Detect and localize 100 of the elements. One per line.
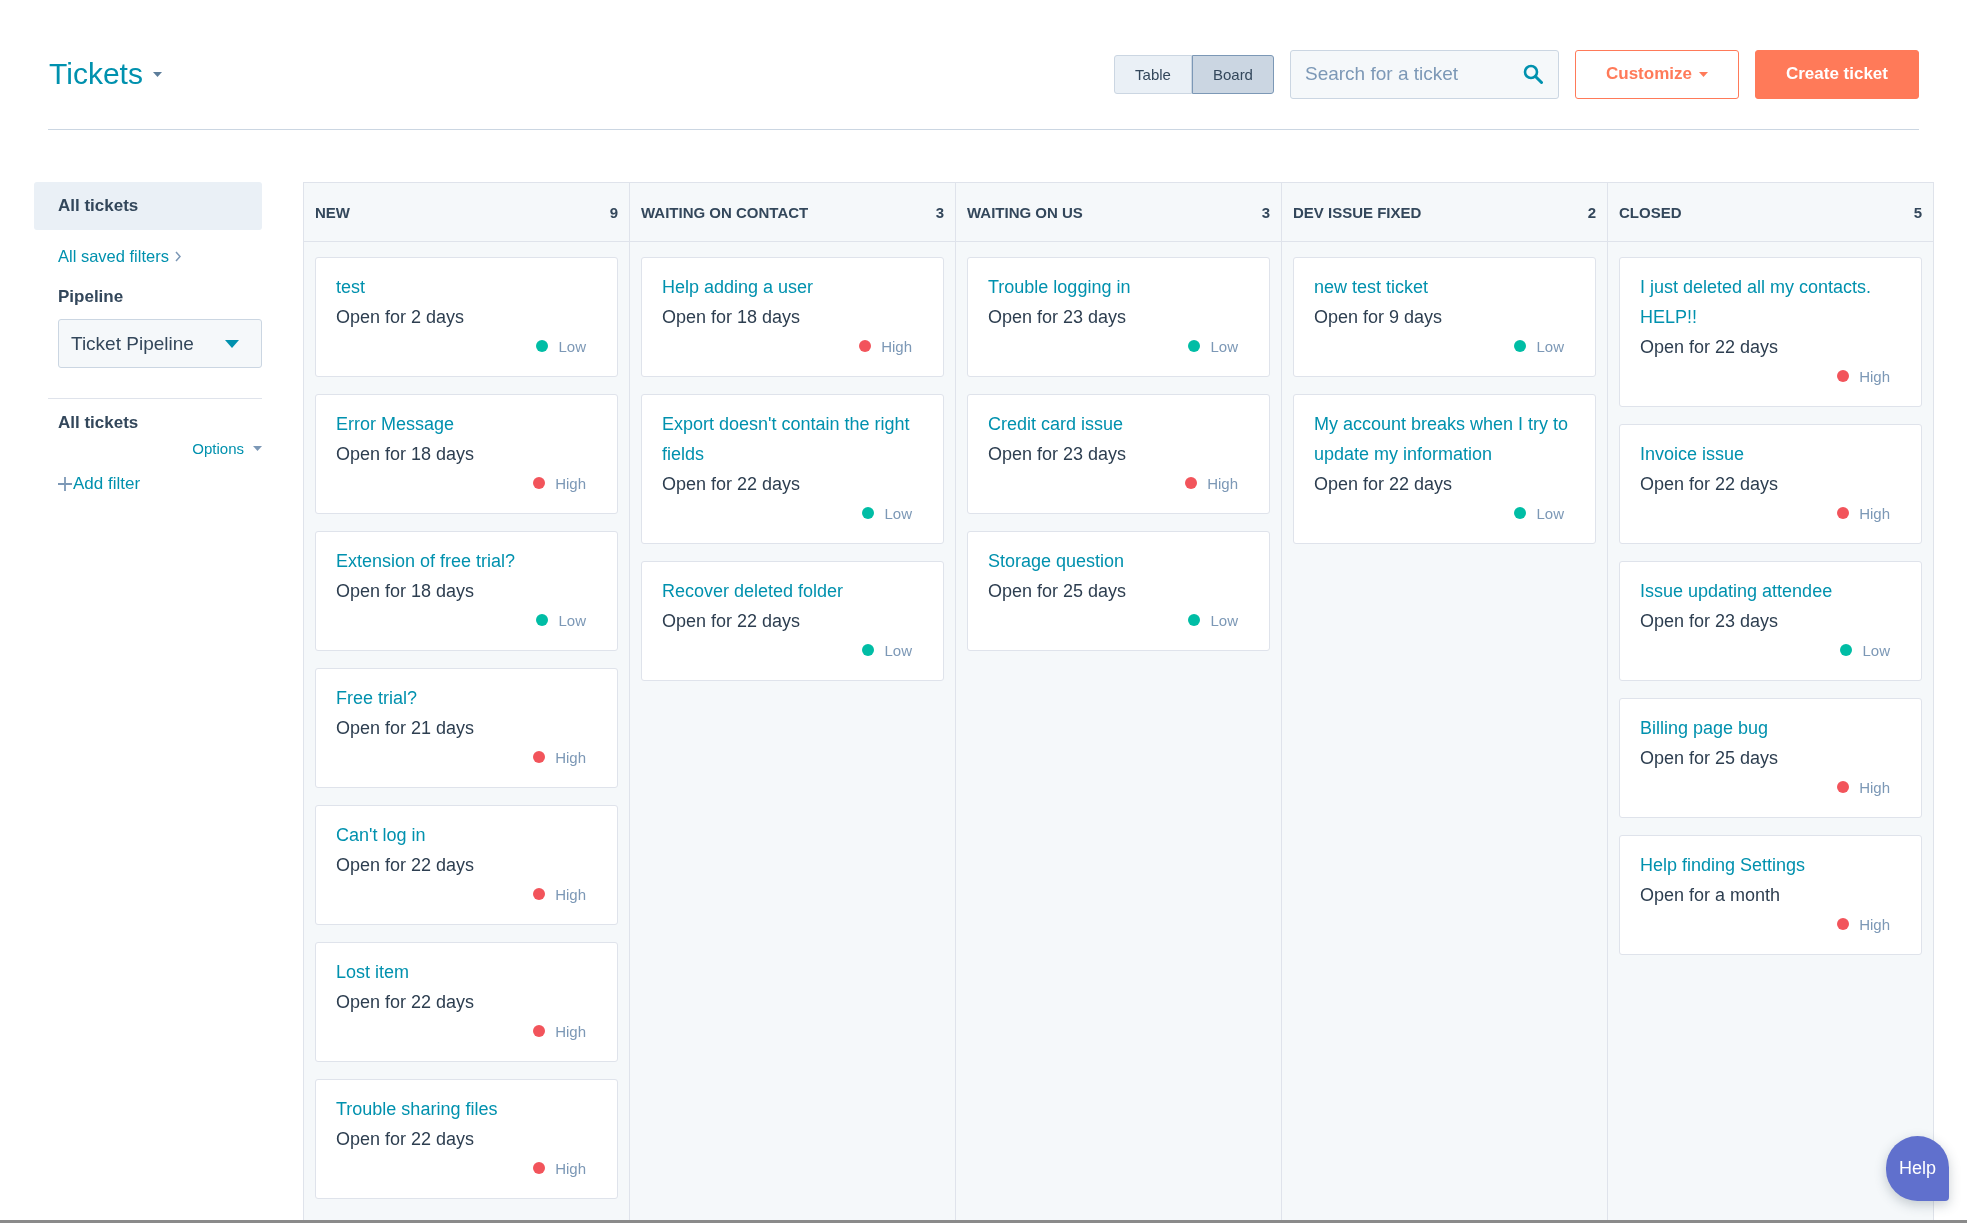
ticket-title-link[interactable]: Recover deleted folder (662, 576, 844, 606)
ticket-title-link[interactable]: Error Message (336, 409, 455, 439)
section-title: All tickets (58, 412, 140, 434)
ticket-card[interactable]: Error Message Open for 18 days High (315, 394, 618, 514)
create-button[interactable]: Create ticket (1754, 49, 1919, 99)
ticket-title-link[interactable]: new test ticket (1314, 272, 1429, 302)
ticket-card[interactable]: Can't log in Open for 22 days High (315, 805, 618, 925)
ticket-title-link[interactable]: Export doesn't contain the right fields (662, 409, 923, 469)
ticket-age: Open for 25 days (1640, 747, 1779, 770)
ticket-age: Open for 22 days (1314, 473, 1453, 496)
ticket-card[interactable]: Billing page bug Open for 25 days High (1619, 698, 1922, 818)
ticket-card[interactable]: Invoice issue Open for 22 days High (1619, 424, 1922, 544)
ticket-title-link[interactable]: test (336, 272, 365, 302)
ticket-title-link[interactable]: My account breaks when I try to update my information (1314, 409, 1575, 469)
ticket-title-link[interactable]: Help adding a user (662, 272, 814, 302)
ticket-title-link[interactable]: Billing page bug (1640, 713, 1769, 743)
ticket-age: Open for 22 days (662, 473, 801, 496)
priority-label: High (555, 885, 586, 903)
ticket-title-link[interactable]: I just deleted all my contacts. HELP!! (1640, 272, 1901, 332)
pipeline-select[interactable]: Ticket Pipeline (58, 319, 262, 368)
options-link[interactable]: Options (192, 437, 262, 459)
chevron-right-icon (174, 250, 181, 262)
ticket-title-link[interactable]: Extension of free trial? (336, 546, 516, 576)
ticket-title-link[interactable]: Lost item (336, 957, 410, 987)
column-title: NEW (315, 203, 350, 221)
search-field[interactable]: Search for a ticket (1289, 49, 1559, 99)
ticket-card[interactable]: Export doesn't contain the right fields Open for 22 days Low (641, 394, 944, 544)
page-title[interactable]: Tickets (49, 56, 143, 92)
priority-label: Low (884, 641, 912, 659)
ticket-card[interactable]: Extension of free trial? Open for 18 days Low (315, 531, 618, 651)
customize-button[interactable]: Customize (1574, 49, 1739, 99)
priority-label: High (555, 748, 586, 766)
ticket-card[interactable]: Help adding a user Open for 18 days High (641, 257, 944, 377)
ticket-title-link[interactable]: Can't log in (336, 820, 426, 850)
caret-icon (225, 339, 239, 348)
saved-filters-link[interactable]: All saved filters (58, 243, 181, 269)
ticket-age: Open for 23 days (988, 306, 1127, 329)
ticket-age: Open for 22 days (336, 1128, 475, 1151)
ticket-age: Open for 23 days (988, 443, 1127, 466)
ticket-card[interactable]: Storage question Open for 25 days Low (967, 531, 1270, 651)
caret-icon (253, 445, 262, 451)
column-count: 3 (935, 203, 944, 221)
priority-label: High (1859, 367, 1890, 385)
ticket-card[interactable]: Issue updating attendee Open for 23 days Low (1619, 561, 1922, 681)
ticket-title-link[interactable]: Issue updating attendee (1640, 576, 1833, 606)
ticket-title-link[interactable]: Trouble logging in (988, 272, 1131, 302)
ticket-card[interactable]: My account breaks when I try to update my information Open for 22 days Low (1293, 394, 1596, 544)
ticket-age: Open for 22 days (336, 991, 475, 1014)
ticket-title-link[interactable]: Storage question (988, 546, 1125, 576)
ticket-card[interactable]: Lost item Open for 22 days High (315, 942, 618, 1062)
ticket-card[interactable]: Trouble logging in Open for 23 days Low (967, 257, 1270, 377)
search-icon[interactable] (1522, 63, 1543, 84)
ticket-age: Open for 2 days (336, 306, 465, 329)
ticket-title-link[interactable]: Free trial? (336, 683, 418, 713)
ticket-card[interactable]: Help finding Settings Open for a month High (1619, 835, 1922, 955)
priority-label: Low (884, 504, 912, 522)
priority-label: High (1207, 474, 1238, 492)
priority-label: Low (1536, 504, 1564, 522)
column-title: WAITING ON CONTACT (641, 203, 809, 221)
view-toggle-tab[interactable]: Table (1114, 54, 1192, 94)
ticket-card[interactable]: Trouble sharing files Open for 22 days High (315, 1079, 618, 1199)
column-count: 3 (1261, 203, 1270, 221)
ticket-card[interactable]: Free trial? Open for 21 days High (315, 668, 618, 788)
priority-label: High (881, 337, 912, 355)
caret-icon (152, 71, 162, 77)
ticket-title-link[interactable]: Help finding Settings (1640, 850, 1806, 880)
ticket-age: Open for 25 days (988, 580, 1127, 603)
column-title: DEV ISSUE FIXED (1293, 203, 1422, 221)
ticket-age: Open for 22 days (662, 610, 801, 633)
ticket-age: Open for 22 days (1640, 473, 1779, 496)
ticket-age: Open for a month (1640, 884, 1781, 907)
column-count: 2 (1587, 203, 1596, 221)
priority-label: Low (558, 611, 586, 629)
ticket-age: Open for 9 days (1314, 306, 1443, 329)
column-count: 9 (609, 203, 618, 221)
priority-label: Low (1536, 337, 1564, 355)
priority-label: Low (1210, 337, 1238, 355)
priority-label: Low (1862, 641, 1890, 659)
column-title: CLOSED (1619, 203, 1682, 221)
ticket-card[interactable]: test Open for 2 days Low (315, 257, 618, 377)
ticket-age: Open for 23 days (1640, 610, 1779, 633)
ticket-age: Open for 22 days (336, 854, 475, 877)
ticket-title-link[interactable]: Invoice issue (1640, 439, 1745, 469)
sidebar-view-item[interactable]: All tickets (34, 182, 262, 230)
priority-label: High (1859, 915, 1890, 933)
view-toggle-tab[interactable]: Board (1191, 54, 1274, 94)
priority-label: High (1859, 778, 1890, 796)
ticket-title-link[interactable]: Trouble sharing files (336, 1094, 498, 1124)
plus-icon (58, 477, 72, 491)
ticket-title-link[interactable]: Credit card issue (988, 409, 1124, 439)
ticket-card[interactable]: I just deleted all my contacts. HELP!! Open for 22 days High (1619, 257, 1922, 407)
ticket-card[interactable]: new test ticket Open for 9 days Low (1293, 257, 1596, 377)
column-title: WAITING ON US (967, 203, 1083, 221)
priority-label: High (555, 1159, 586, 1177)
column-count: 5 (1913, 203, 1922, 221)
ticket-age: Open for 18 days (336, 580, 475, 603)
add-filter-link[interactable]: Add filter (58, 471, 141, 497)
ticket-card[interactable]: Recover deleted folder Open for 22 days Low (641, 561, 944, 681)
pipeline-label: Pipeline (58, 286, 125, 308)
ticket-card[interactable]: Credit card issue Open for 23 days High (967, 394, 1270, 514)
